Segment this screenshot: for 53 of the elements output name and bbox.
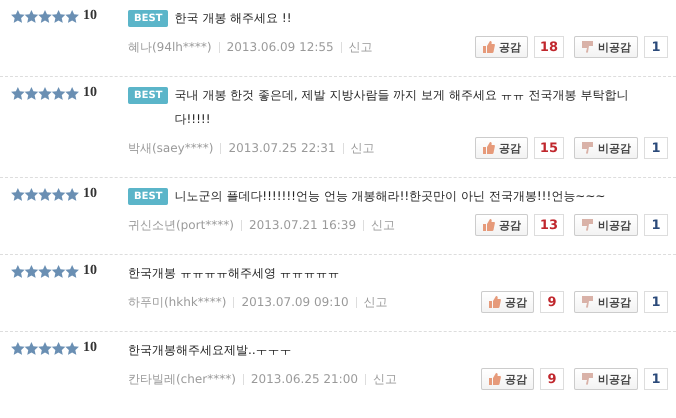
comment-date: 2013.06.25 21:00 xyxy=(250,372,358,386)
dislike-count: 1 xyxy=(644,137,668,159)
thumbs-down-icon xyxy=(581,296,594,308)
rating-score: 10 xyxy=(83,263,97,279)
like-button[interactable]: 공감 xyxy=(474,214,528,236)
comment-text: 한국 개봉 해주세요 !! xyxy=(174,10,292,27)
best-badge: BEST xyxy=(128,87,168,104)
comment-date: 2013.07.09 09:10 xyxy=(241,295,349,309)
like-count: 18 xyxy=(534,36,564,58)
dislike-button[interactable]: 비공감 xyxy=(574,214,638,236)
thumbs-up-icon xyxy=(488,296,501,308)
comment-text: 한국개봉 ㅠㅠㅠㅠ해주세영 ㅠㅠㅠㅠㅠ xyxy=(128,265,340,282)
dislike-button[interactable]: 비공감 xyxy=(574,36,638,58)
author-name: 혜나(94lh****) xyxy=(128,38,212,56)
like-count: 15 xyxy=(534,137,564,159)
comment-text: 국내 개봉 한것 좋은데, 제발 지방사람들 까지 보게 해주세요 ㅠㅠ 전국개봉 부탁합니다!!!!! xyxy=(174,87,630,128)
best-badge: BEST xyxy=(128,10,168,27)
comment-text: 한국개봉해주세요제발..ㅜㅜㅜ xyxy=(128,342,292,359)
like-button[interactable]: 공감 xyxy=(481,291,534,313)
like-count: 9 xyxy=(540,368,564,390)
thumbs-up-icon xyxy=(482,41,495,53)
comment-date: 2013.07.21 16:39 xyxy=(248,218,356,232)
author-name: 박새(saey****) xyxy=(128,140,214,156)
dislike-count: 1 xyxy=(644,368,668,390)
author-name: 하푸미(hkhk****) xyxy=(128,294,226,310)
rating-score: 10 xyxy=(83,186,97,202)
like-count: 9 xyxy=(540,291,564,313)
comment-date: 2013.07.25 22:31 xyxy=(228,141,336,155)
thumbs-up-icon xyxy=(482,219,495,231)
like-button[interactable]: 공감 xyxy=(481,368,534,390)
dislike-count: 1 xyxy=(644,291,668,313)
thumbs-down-icon xyxy=(581,142,594,154)
like-count: 13 xyxy=(534,214,564,236)
thumbs-down-icon xyxy=(581,373,594,385)
rating-score: 10 xyxy=(83,85,97,101)
dislike-button[interactable]: 비공감 xyxy=(574,291,638,313)
author-name: 칸타빌레(cher****) xyxy=(128,370,236,388)
best-badge: BEST xyxy=(128,188,168,205)
dislike-count: 1 xyxy=(644,214,668,236)
dislike-button[interactable]: 비공감 xyxy=(574,368,638,390)
thumbs-up-icon xyxy=(482,142,495,154)
author-name: 귀신소년(port****) xyxy=(128,216,234,234)
thumbs-up-icon xyxy=(488,373,501,385)
thumbs-down-icon xyxy=(581,41,594,53)
dislike-count: 1 xyxy=(644,36,668,58)
like-button[interactable]: 공감 xyxy=(474,137,528,159)
comment-text: 니노군의 플데다!!!!!!!언능 언능 개봉해라!!한곳만이 아닌 전국개봉!!!언능~~~ xyxy=(174,188,606,205)
thumbs-down-icon xyxy=(581,219,594,231)
rating-score: 10 xyxy=(83,340,97,356)
dislike-button[interactable]: 비공감 xyxy=(574,137,638,159)
like-button[interactable]: 공감 xyxy=(474,36,528,58)
comment-date: 2013.06.09 12:55 xyxy=(226,40,334,54)
rating-score: 10 xyxy=(83,8,97,24)
